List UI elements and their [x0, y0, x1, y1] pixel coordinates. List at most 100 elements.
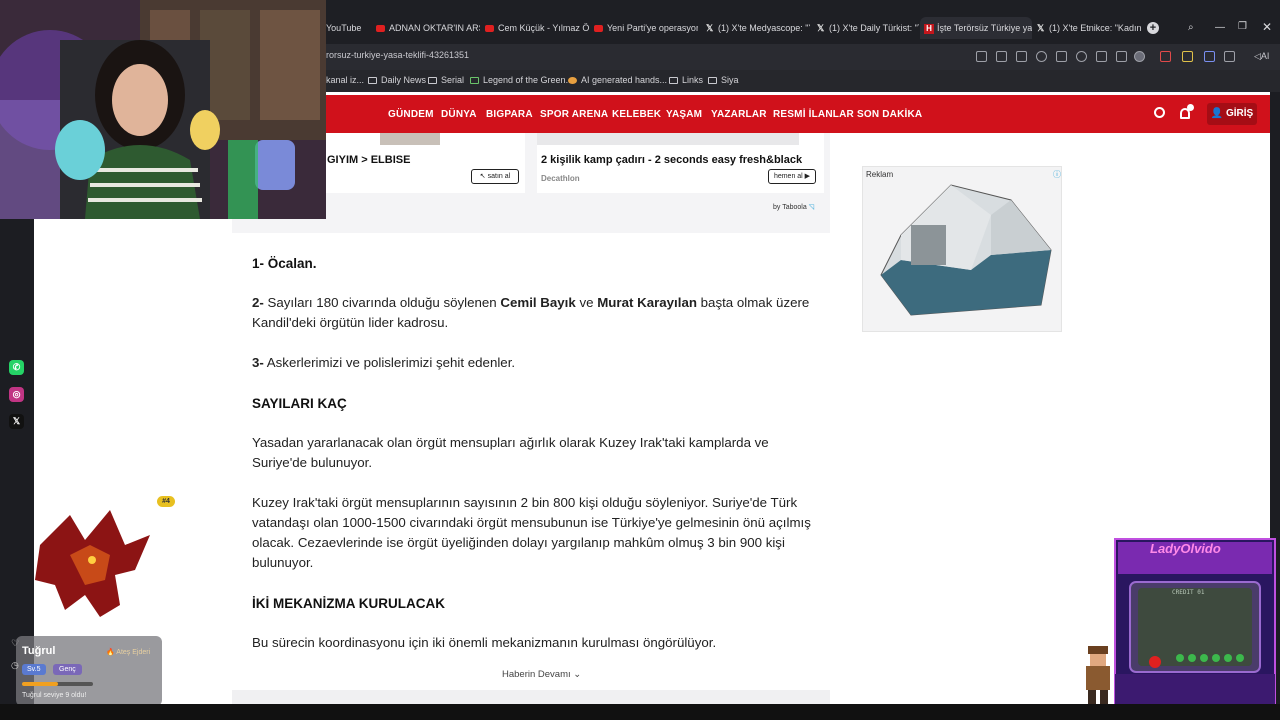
arcade-credit: CREDIT 01 — [1172, 589, 1205, 596]
folder-icon — [669, 77, 678, 84]
taboola-label: by Taboola — [773, 204, 807, 211]
nav-bigpara[interactable]: BIGPARA — [486, 109, 533, 120]
shield-icon[interactable] — [1036, 51, 1047, 62]
stream-alert-card: Tuğrul 🔥 Ateş Ejderi Sv.5 Genç Tuğrul se… — [16, 636, 162, 706]
instagram-icon[interactable]: ◎ — [9, 387, 24, 402]
extension-icon[interactable] — [1182, 51, 1193, 62]
folder-icon — [708, 77, 717, 84]
ad-box[interactable]: Reklam ⓘ — [862, 166, 1062, 332]
reader-icon[interactable] — [976, 51, 987, 62]
play-icon[interactable] — [1056, 51, 1067, 62]
nav-yasam[interactable]: YAŞAM — [666, 109, 702, 120]
tab-label: İşte Terörsüz Türkiye yasa — [937, 23, 1032, 33]
read-more-button[interactable]: Haberin Devamı ⌄ — [502, 669, 581, 680]
bookmark-item[interactable]: AI generated hands... — [568, 75, 667, 85]
webcam-image — [0, 0, 326, 219]
fire-icon: 🔥 — [106, 649, 117, 656]
tab-label: YouTube — [326, 23, 362, 33]
bookmark-label: Links — [682, 75, 704, 85]
maximize-icon[interactable]: ❐ — [1238, 21, 1247, 32]
item-text: ve — [575, 295, 598, 310]
buy-now-button[interactable]: hemen al ▶ — [768, 169, 816, 184]
tab-label: Cem Küçük - Yılmaz Özd — [498, 23, 589, 33]
nav-son-dakika[interactable]: SON DAKİKA — [857, 109, 922, 120]
chevron-down-icon: ⌄ — [573, 669, 582, 680]
download-icon[interactable] — [1096, 51, 1107, 62]
extension-icon[interactable] — [1204, 51, 1215, 62]
extension-icon[interactable] — [1160, 51, 1171, 62]
bookmark-item[interactable]: Legend of the Green... — [470, 75, 573, 85]
tab-yeni-parti[interactable]: Yeni Parti'ye operasyon h — [590, 17, 698, 39]
button-label: hemen al — [773, 173, 803, 180]
url-text[interactable]: rorsuz-turkiye-yasa-teklifi-43261351 — [326, 50, 469, 60]
menu-icon[interactable] — [1116, 51, 1127, 62]
item-text: Sayıları 180 civarında olduğu söylenen — [263, 295, 501, 310]
bookmark-label: Daily News — [381, 75, 427, 85]
tab-adnan[interactable]: ADNAN OKTAR'IN ARŞİV — [372, 17, 480, 39]
nav-resmi-ilanlar[interactable]: RESMİ İLANLAR — [773, 109, 854, 120]
camera-icon[interactable] — [1016, 51, 1027, 62]
bookmark-label: Serial — [441, 75, 465, 85]
name-bold: Cemil Bayık — [500, 295, 576, 310]
taboola-icon: ◹ — [808, 204, 815, 211]
tab-etnikce[interactable]: 𝕏 (1) X'te Etnikce: "Kadın te — [1033, 17, 1141, 39]
edit-icon[interactable] — [996, 51, 1007, 62]
heart-icon: ♡ — [11, 638, 20, 648]
youtube-icon — [594, 25, 603, 32]
nav-kelebek[interactable]: KELEBEK — [612, 109, 661, 120]
tent-image — [880, 184, 1052, 316]
taboola-credit[interactable]: by Taboola ◹ — [773, 203, 814, 211]
buy-button[interactable]: ↖ satın al — [471, 169, 519, 184]
name-bold: Murat Karayılan — [597, 295, 697, 310]
card-title[interactable]: 2 kişilik kamp çadırı - 2 seconds easy f… — [541, 154, 802, 166]
level-badge: Sv.5 — [22, 664, 46, 675]
tab-cem[interactable]: Cem Küçük - Yılmaz Özd — [481, 17, 589, 39]
pixel-character — [1086, 646, 1110, 704]
stage-badge: Genç — [53, 664, 82, 675]
minimize-icon[interactable]: — — [1215, 22, 1225, 33]
search-icon[interactable] — [1154, 107, 1165, 118]
play-icon: ▶ — [802, 173, 811, 180]
section-heading: SAYILARI KAÇ — [252, 396, 347, 411]
nav-spor-arena[interactable]: SPOR ARENA — [540, 109, 608, 120]
tab-label: Yeni Parti'ye operasyon h — [607, 23, 698, 33]
arcade-title: LadyOlvido — [1150, 541, 1221, 556]
nav-gundem[interactable]: GÜNDEM — [388, 109, 434, 120]
list-item-2: 2- Sayıları 180 civarında olduğu söylene… — [252, 293, 812, 333]
x-icon[interactable]: 𝕏 — [9, 414, 24, 429]
read-more-label: Haberin Devamı — [502, 669, 571, 680]
dragon-avatar — [35, 510, 150, 617]
bookmark-label: Legend of the Green... — [483, 75, 574, 85]
list-item-3: 3- Askerlerimizi ve polislerimizi şehit … — [252, 353, 812, 373]
heart-icon[interactable] — [1076, 51, 1087, 62]
nav-dunya[interactable]: DÜNYA — [441, 109, 477, 120]
rank-badge: #4 — [157, 496, 175, 507]
bookmark-item[interactable]: Daily News — [368, 75, 426, 85]
profile-icon[interactable] — [1134, 51, 1145, 62]
nav-yazarlar[interactable]: YAZARLAR — [711, 109, 767, 120]
close-window-icon[interactable]: ✕ — [1262, 20, 1272, 34]
search-tabs-icon[interactable]: ⌕ — [1188, 22, 1200, 34]
bookmark-item[interactable]: Links — [669, 75, 703, 85]
folder-icon — [368, 77, 377, 84]
bookmark-item[interactable]: Siya — [708, 75, 739, 85]
bookmark-item[interactable]: kanal iz... — [326, 75, 364, 85]
tab-youtube[interactable]: YouTube — [322, 17, 372, 39]
paragraph: Kuzey Irak'taki örgüt mensuplarının sayı… — [252, 495, 811, 570]
new-tab-icon[interactable]: + — [1147, 22, 1159, 34]
login-button[interactable]: 👤 GİRİŞ — [1207, 103, 1257, 125]
arcade-cabinet — [1114, 538, 1276, 704]
tab-active-haberturk[interactable]: H İşte Terörsüz Türkiye yasa — [920, 17, 1032, 39]
whatsapp-icon[interactable]: ✆ — [9, 360, 24, 375]
extension-icon[interactable] — [1224, 51, 1235, 62]
ai-icon[interactable]: ◁AI — [1254, 51, 1269, 62]
list-item-1: 1- Öcalan. — [252, 256, 317, 271]
tab-daily-turkist[interactable]: 𝕏 (1) X'te Daily Türkist: "Te — [813, 17, 919, 39]
card-title[interactable]: GIYIM > ELBISE — [327, 154, 410, 166]
webcam-overlay — [0, 0, 326, 219]
bookmark-label: Siya — [721, 75, 739, 85]
alert-message: Tuğrul seviye 9 oldu! — [22, 692, 87, 699]
bookmark-item[interactable]: Serial — [428, 75, 464, 85]
tab-medyascope[interactable]: 𝕏 (1) X'te Medyascope: "YE — [702, 17, 810, 39]
paragraph: Yasadan yararlanacak olan örgüt mensupla… — [252, 435, 769, 470]
